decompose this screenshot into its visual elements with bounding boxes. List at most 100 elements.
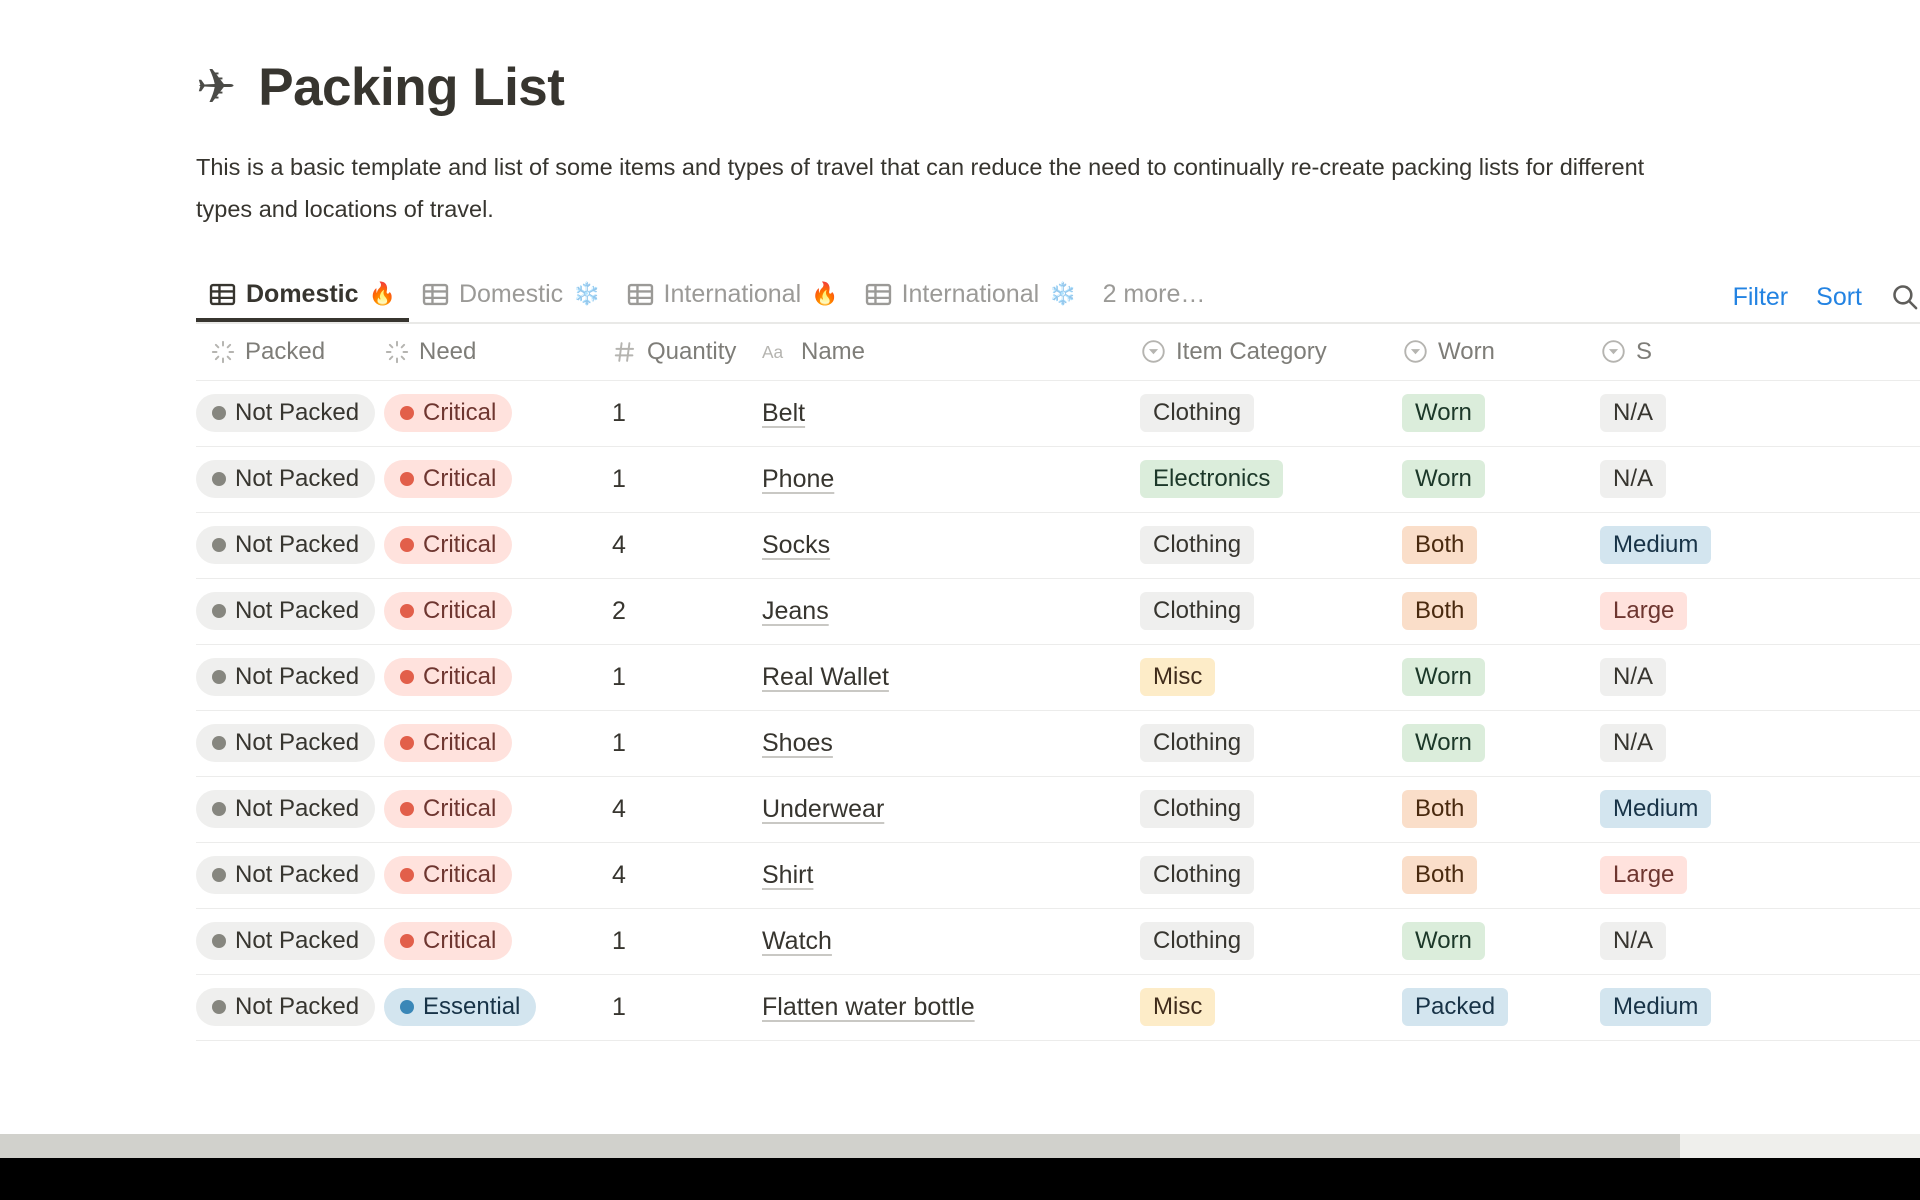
tab-international-hot[interactable]: International 🔥 [614, 266, 852, 322]
cell-category[interactable]: Clothing [1140, 710, 1402, 777]
cell-size[interactable]: Large [1600, 842, 1920, 909]
cell-quantity[interactable]: 1 [612, 710, 762, 777]
table-row[interactable]: Not Packed Essential 1 Flatten water bottle… [196, 974, 1920, 1041]
cell-packed[interactable]: Not Packed [196, 644, 384, 711]
cell-need[interactable]: Essential [384, 974, 612, 1041]
column-header-worn[interactable]: Worn [1402, 324, 1600, 381]
column-header-size[interactable]: S [1600, 324, 1920, 381]
cell-worn[interactable]: Worn [1402, 446, 1600, 513]
item-name-link[interactable]: Shirt [762, 861, 813, 889]
cell-need[interactable]: Critical [384, 842, 612, 909]
table-row[interactable]: Not Packed Critical 1 Watch Clothing Worn N/A [196, 908, 1920, 975]
item-name-link[interactable]: Flatten water bottle [762, 993, 975, 1021]
cell-need[interactable]: Critical [384, 710, 612, 777]
item-name-link[interactable]: Real Wallet [762, 663, 889, 691]
cell-worn[interactable]: Worn [1402, 908, 1600, 975]
cell-worn[interactable]: Packed [1402, 974, 1600, 1041]
cell-name[interactable]: Real Wallet [762, 644, 1140, 711]
cell-worn[interactable]: Worn [1402, 710, 1600, 777]
page-title[interactable]: Packing List [258, 60, 565, 116]
cell-name[interactable]: Jeans [762, 578, 1140, 645]
item-name-link[interactable]: Jeans [762, 597, 829, 625]
column-header-category[interactable]: Item Category [1140, 324, 1402, 381]
more-views-button[interactable]: 2 more… [1090, 266, 1219, 322]
cell-size[interactable]: Medium [1600, 512, 1920, 579]
table-row[interactable]: Not Packed Critical 1 Phone Electronics Worn N… [196, 446, 1920, 513]
cell-name[interactable]: Shoes [762, 710, 1140, 777]
cell-size[interactable]: Medium [1600, 776, 1920, 843]
column-header-packed[interactable]: Packed [196, 324, 384, 381]
cell-quantity[interactable]: 1 [612, 974, 762, 1041]
cell-need[interactable]: Critical [384, 908, 612, 975]
table-row[interactable]: Not Packed Critical 1 Belt Clothing Worn N/A [196, 380, 1920, 447]
cell-need[interactable]: Critical [384, 776, 612, 843]
cell-packed[interactable]: Not Packed [196, 710, 384, 777]
item-name-link[interactable]: Belt [762, 399, 805, 427]
item-name-link[interactable]: Socks [762, 531, 830, 559]
cell-name[interactable]: Belt [762, 380, 1140, 447]
cell-name[interactable]: Flatten water bottle [762, 974, 1140, 1041]
cell-packed[interactable]: Not Packed [196, 512, 384, 579]
table-row[interactable]: Not Packed Critical 2 Jeans Clothing Both Larg… [196, 578, 1920, 645]
cell-packed[interactable]: Not Packed [196, 446, 384, 513]
cell-packed[interactable]: Not Packed [196, 908, 384, 975]
cell-quantity[interactable]: 1 [612, 446, 762, 513]
cell-category[interactable]: Clothing [1140, 578, 1402, 645]
cell-worn[interactable]: Both [1402, 776, 1600, 843]
cell-worn[interactable]: Worn [1402, 380, 1600, 447]
filter-button[interactable]: Filter [1733, 283, 1789, 312]
cell-need[interactable]: Critical [384, 578, 612, 645]
item-name-link[interactable]: Watch [762, 927, 832, 955]
column-header-name[interactable]: Aa Name [762, 324, 1140, 381]
search-icon[interactable] [1890, 282, 1920, 312]
item-name-link[interactable]: Underwear [762, 795, 884, 823]
cell-size[interactable]: N/A [1600, 908, 1920, 975]
cell-quantity[interactable]: 4 [612, 776, 762, 843]
column-header-need[interactable]: Need [384, 324, 612, 381]
sort-button[interactable]: Sort [1816, 283, 1862, 312]
page-description[interactable]: This is a basic template and list of som… [196, 146, 1696, 230]
cell-need[interactable]: Critical [384, 644, 612, 711]
cell-need[interactable]: Critical [384, 512, 612, 579]
cell-category[interactable]: Electronics [1140, 446, 1402, 513]
cell-category[interactable]: Misc [1140, 974, 1402, 1041]
item-name-link[interactable]: Shoes [762, 729, 833, 757]
cell-quantity[interactable]: 1 [612, 380, 762, 447]
table-row[interactable]: Not Packed Critical 1 Shoes Clothing Worn N/A [196, 710, 1920, 777]
cell-need[interactable]: Critical [384, 380, 612, 447]
cell-quantity[interactable]: 1 [612, 644, 762, 711]
item-name-link[interactable]: Phone [762, 465, 834, 493]
cell-packed[interactable]: Not Packed [196, 842, 384, 909]
cell-need[interactable]: Critical [384, 446, 612, 513]
cell-worn[interactable]: Both [1402, 842, 1600, 909]
cell-quantity[interactable]: 1 [612, 908, 762, 975]
cell-size[interactable]: N/A [1600, 710, 1920, 777]
cell-packed[interactable]: Not Packed [196, 776, 384, 843]
cell-name[interactable]: Underwear [762, 776, 1140, 843]
tab-domestic-hot[interactable]: Domestic 🔥 [196, 266, 409, 322]
cell-quantity[interactable]: 2 [612, 578, 762, 645]
cell-worn[interactable]: Worn [1402, 644, 1600, 711]
cell-quantity[interactable]: 4 [612, 842, 762, 909]
horizontal-scrollbar-thumb[interactable] [0, 1134, 1680, 1158]
tab-international-cold[interactable]: International ❄️ [852, 266, 1090, 322]
table-row[interactable]: Not Packed Critical 1 Real Wallet Misc Worn N/… [196, 644, 1920, 711]
column-header-quantity[interactable]: Quantity [612, 324, 762, 381]
cell-name[interactable]: Socks [762, 512, 1140, 579]
cell-size[interactable]: N/A [1600, 446, 1920, 513]
cell-packed[interactable]: Not Packed [196, 578, 384, 645]
cell-packed[interactable]: Not Packed [196, 974, 384, 1041]
cell-name[interactable]: Watch [762, 908, 1140, 975]
cell-name[interactable]: Phone [762, 446, 1140, 513]
tab-domestic-cold[interactable]: Domestic ❄️ [409, 266, 614, 322]
cell-size[interactable]: Medium [1600, 974, 1920, 1041]
cell-category[interactable]: Clothing [1140, 512, 1402, 579]
cell-worn[interactable]: Both [1402, 578, 1600, 645]
cell-category[interactable]: Clothing [1140, 380, 1402, 447]
cell-quantity[interactable]: 4 [612, 512, 762, 579]
cell-size[interactable]: Large [1600, 578, 1920, 645]
horizontal-scrollbar-track[interactable] [0, 1134, 1920, 1158]
table-row[interactable]: Not Packed Critical 4 Shirt Clothing Both Larg… [196, 842, 1920, 909]
cell-category[interactable]: Misc [1140, 644, 1402, 711]
cell-packed[interactable]: Not Packed [196, 380, 384, 447]
